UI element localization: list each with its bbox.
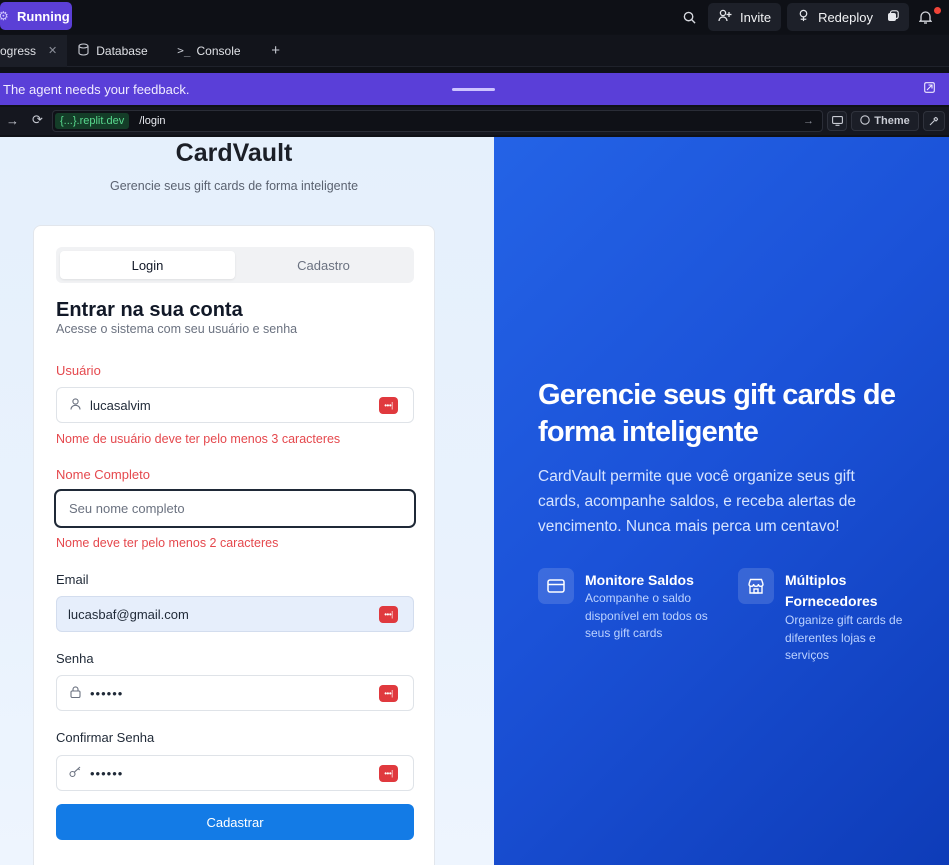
devtools-wrench-icon[interactable] <box>923 111 945 131</box>
password-label: Senha <box>56 651 94 666</box>
app-preview: CardVault Gerencie seus gift cards de fo… <box>0 137 949 865</box>
hero-title: Gerencie seus gift cards de forma inteli… <box>538 379 896 448</box>
feature-description: Organize gift cards de diferentes lojas … <box>785 613 903 662</box>
workspace-topbar: ⚙ Running Invite Redeploy <box>0 0 949 34</box>
credit-card-icon <box>538 568 574 604</box>
feature-description: Acompanhe o saldo disponível em todos os… <box>585 591 708 640</box>
feature-title: Múltiplos Fornecedores <box>785 572 878 609</box>
password-manager-icon[interactable]: •••| <box>379 765 398 782</box>
app-title: CardVault <box>175 139 293 167</box>
url-path: /login <box>139 115 166 127</box>
reload-icon[interactable]: ⟳ <box>32 112 43 128</box>
redeploy-label: Redeploy <box>818 9 873 25</box>
password-manager-icon[interactable]: •••| <box>379 685 398 702</box>
deploy-icon <box>797 9 810 25</box>
invite-label: Invite <box>739 9 772 25</box>
database-icon <box>77 42 90 59</box>
tab-console[interactable]: >_ Console <box>167 35 259 67</box>
drag-handle[interactable] <box>452 88 495 91</box>
fullname-error: Nome deve ter pelo menos 2 caracteres <box>56 536 279 550</box>
forward-arrow-icon[interactable]: → <box>6 113 19 128</box>
copy-icon[interactable] <box>887 9 899 25</box>
theme-button[interactable]: Theme <box>851 111 919 131</box>
tab-database[interactable]: Database <box>67 35 167 67</box>
agent-feedback-banner[interactable]: The agent needs your feedback. <box>0 73 949 105</box>
tab-login[interactable]: Login <box>60 251 235 279</box>
fullname-label: Nome Completo <box>56 467 150 482</box>
tab-label: Database <box>96 43 148 58</box>
username-label: Usuário <box>56 363 101 378</box>
terminal-icon: >_ <box>177 44 191 57</box>
palette-icon <box>860 114 871 128</box>
username-value: lucasalvim <box>90 397 151 413</box>
run-status-icon: ⚙ <box>0 9 9 23</box>
confirm-password-value: •••••• <box>90 765 124 781</box>
run-status-label: Running <box>17 8 70 24</box>
notification-dot <box>934 7 941 14</box>
auth-tabs: Login Cadastro <box>56 247 414 283</box>
device-preview-icon[interactable] <box>827 111 847 131</box>
url-field[interactable]: {...}.replit.dev /login → <box>52 110 823 132</box>
workspace-tabs: ogress ✕ Database >_ Console + <box>0 34 949 67</box>
tab-label: ogress <box>0 43 37 58</box>
form-title: Entrar na sua conta <box>56 299 243 321</box>
form-subtitle: Acesse o sistema com seu usuário e senha <box>56 322 298 336</box>
go-arrow-icon[interactable]: → <box>803 115 814 127</box>
email-value: lucasbaf@gmail.com <box>68 606 189 622</box>
domain-chip[interactable]: {...}.replit.dev <box>55 113 130 129</box>
notifications-bell-icon[interactable] <box>913 7 941 24</box>
banner-message: The agent needs your feedback. <box>3 81 190 97</box>
password-field[interactable]: •••••• •••| <box>56 675 414 711</box>
email-label: Email <box>56 572 89 587</box>
add-tab-icon[interactable]: + <box>259 42 292 59</box>
expand-icon[interactable] <box>924 82 935 96</box>
tab-label: Console <box>196 43 241 58</box>
hero-description: CardVault permite que você organize seus… <box>538 468 856 535</box>
search-icon[interactable] <box>676 11 704 24</box>
auth-panel: CardVault Gerencie seus gift cards de fo… <box>0 137 494 865</box>
close-tab-icon[interactable]: ✕ <box>48 44 57 57</box>
confirm-password-label: Confirmar Senha <box>56 730 155 745</box>
store-icon <box>738 568 774 604</box>
confirm-password-field[interactable]: •••••• •••| <box>56 755 414 791</box>
username-field[interactable]: lucasalvim •••| <box>56 387 414 423</box>
password-manager-icon[interactable]: •••| <box>379 397 398 414</box>
tab-register[interactable]: Cadastro <box>236 251 411 279</box>
run-status-button[interactable]: ⚙ Running <box>0 2 72 30</box>
hero-panel: Gerencie seus gift cards de forma inteli… <box>494 137 949 865</box>
email-field[interactable]: lucasbaf@gmail.com •••| <box>56 596 414 632</box>
fullname-field[interactable]: Seu nome completo <box>54 489 416 528</box>
theme-label: Theme <box>874 115 910 127</box>
lock-icon <box>68 685 82 701</box>
password-value: •••••• <box>90 685 124 701</box>
user-icon <box>68 397 82 413</box>
feature-title: Monitore Saldos <box>585 572 694 588</box>
invite-button[interactable]: Invite <box>707 3 782 31</box>
register-submit-button[interactable]: Cadastrar <box>56 804 414 840</box>
auth-card: Login Cadastro Entrar na sua conta Acess… <box>33 225 435 865</box>
fullname-placeholder: Seu nome completo <box>69 501 185 516</box>
add-user-icon <box>718 9 732 25</box>
app-subtitle: Gerencie seus gift cards de forma inteli… <box>109 179 359 193</box>
key-icon <box>68 766 82 781</box>
password-manager-icon[interactable]: •••| <box>379 606 398 623</box>
tab-progress[interactable]: ogress ✕ <box>0 34 68 67</box>
webview-url-bar: → ⟳ {...}.replit.dev /login → Theme <box>0 107 949 135</box>
redeploy-button[interactable]: Redeploy <box>787 3 909 31</box>
username-error: Nome de usuário deve ter pelo menos 3 ca… <box>56 432 341 446</box>
